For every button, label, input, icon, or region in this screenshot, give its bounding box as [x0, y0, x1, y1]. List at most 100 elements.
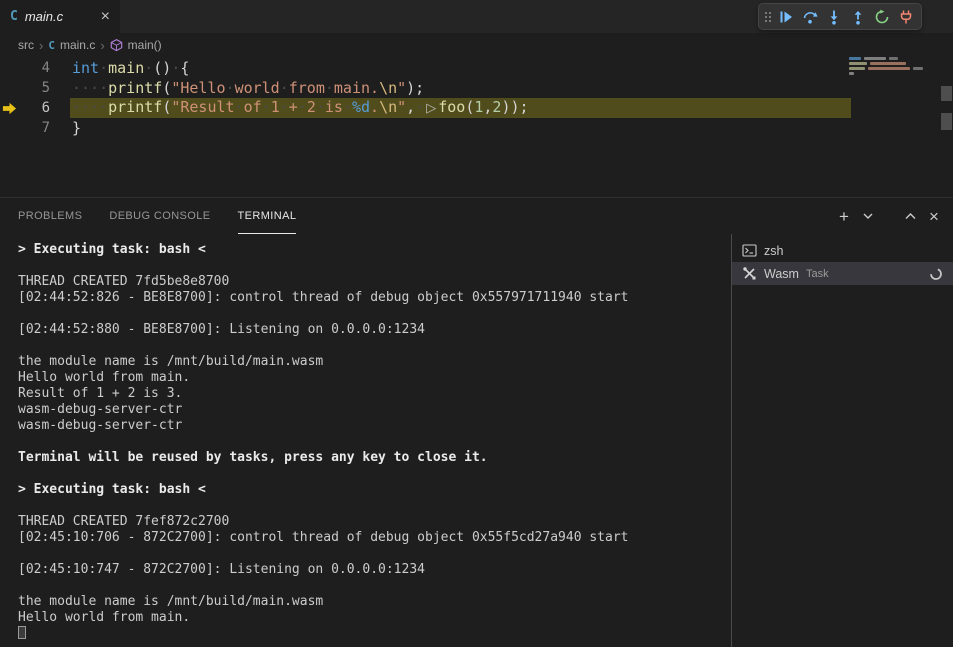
terminal-line	[18, 626, 731, 642]
step-into-target-icon[interactable]: ▷	[424, 101, 438, 116]
terminal-line	[18, 578, 731, 594]
debug-step-out-button[interactable]	[846, 4, 870, 29]
code-token: from	[289, 79, 325, 97]
terminal-line: the module name is /mnt/build/main.wasm	[18, 594, 731, 610]
code-token: \n	[379, 79, 397, 97]
debug-disconnect-button[interactable]	[894, 4, 918, 29]
tab-problems[interactable]: PROBLEMS	[18, 198, 82, 234]
line-number: 6	[22, 98, 50, 118]
symbol-method-icon	[110, 38, 123, 52]
overview-ruler-mark	[941, 113, 952, 130]
toolbar-drag-grip-icon[interactable]	[762, 4, 774, 29]
debug-step-over-button[interactable]	[798, 4, 822, 29]
code-token: ·	[235, 98, 244, 116]
code-token: %d	[352, 98, 370, 116]
code-token: printf	[108, 98, 162, 116]
code-token: foo	[438, 98, 465, 116]
code-line[interactable]: 6····printf("Result·of·1·+·2·is·%d.\n",·…	[0, 98, 953, 118]
code-editor[interactable]: 4int·main·()·{5····printf("Hello·world·f…	[0, 58, 953, 197]
terminal-line: Hello world from main.	[18, 610, 731, 626]
close-panel-icon[interactable]: ×	[927, 208, 941, 225]
terminal-line	[18, 434, 731, 450]
maximize-panel-chevron-up-icon[interactable]	[903, 212, 917, 220]
code-token: ·	[144, 59, 153, 77]
code-token: ····	[72, 98, 108, 116]
terminal-line: THREAD CREATED 7fd5be8e8700	[18, 274, 731, 290]
code-token: 2	[307, 98, 316, 116]
code-token: );	[406, 79, 424, 97]
code-token: ()	[153, 59, 171, 77]
debug-step-into-button[interactable]	[822, 4, 846, 29]
line-number: 7	[22, 118, 50, 138]
code-token: ·	[415, 98, 424, 116]
line-number: 5	[22, 78, 50, 98]
code-token: "Result	[171, 98, 234, 116]
terminal-line	[18, 498, 731, 514]
debug-continue-button[interactable]	[774, 4, 798, 29]
terminal-cursor	[18, 626, 26, 639]
code-token: of	[244, 98, 262, 116]
terminal-line	[18, 546, 731, 562]
tab-terminal[interactable]: TERMINAL	[238, 198, 297, 234]
tab-debug-console[interactable]: DEBUG CONSOLE	[109, 198, 210, 234]
panel-actions: + ×	[837, 198, 941, 234]
code-line[interactable]: 4int·main·()·{	[0, 58, 953, 78]
breadcrumb-file[interactable]: main.c	[60, 38, 95, 52]
minimap[interactable]	[849, 57, 939, 77]
code-token: "	[397, 79, 406, 97]
debug-current-line-arrow-icon	[0, 98, 22, 118]
terminal-line	[18, 306, 731, 322]
terminal-line: the module name is /mnt/build/main.wasm	[18, 354, 731, 370]
bottom-panel: PROBLEMS DEBUG CONSOLE TERMINAL + × > Ex…	[0, 197, 953, 647]
code-token: ·	[325, 79, 334, 97]
code-token: ····	[72, 79, 108, 97]
panel-header: PROBLEMS DEBUG CONSOLE TERMINAL + ×	[0, 198, 953, 234]
breadcrumb: src › C main.c › main()	[0, 33, 953, 57]
code-token: ·	[99, 59, 108, 77]
code-token: (	[465, 98, 474, 116]
tab-close-icon[interactable]: ×	[101, 9, 110, 25]
terminal-list: zsh Wasm Task	[731, 234, 953, 647]
code-token: ·	[226, 79, 235, 97]
debug-restart-button[interactable]	[870, 4, 894, 29]
terminal-line: wasm-debug-server-ctr	[18, 418, 731, 434]
breadcrumb-separator: ›	[100, 38, 104, 53]
code-token: main	[108, 59, 144, 77]
terminal-profile-chevron-down-icon[interactable]	[861, 213, 875, 220]
new-terminal-button[interactable]: +	[837, 208, 851, 225]
terminal-output[interactable]: > Executing task: bash < THREAD CREATED …	[0, 234, 731, 647]
code-token: printf	[108, 79, 162, 97]
c-file-icon: C	[10, 9, 18, 24]
terminal-line	[18, 258, 731, 274]
vscode-window: { "colors": { "accent_blue": "#75beff", …	[0, 0, 953, 647]
tab-main-c[interactable]: C main.c ×	[0, 0, 120, 33]
code-token: main.	[334, 79, 379, 97]
terminal-line: [02:45:10:706 - 872C2700]: control threa…	[18, 530, 731, 546]
terminal-line: [02:44:52:826 - BE8E8700]: control threa…	[18, 290, 731, 306]
code-token: "	[397, 98, 406, 116]
step-into-icon	[826, 9, 842, 25]
code-line[interactable]: 7}	[0, 118, 953, 138]
code-token: (	[162, 79, 171, 97]
terminal-line: Hello world from main.	[18, 370, 731, 386]
tab-title: main.c	[25, 9, 63, 24]
glyph-margin	[0, 78, 22, 98]
terminal-label: Wasm	[764, 267, 799, 281]
terminal-list-item-zsh[interactable]: zsh	[732, 239, 953, 262]
overview-ruler-mark	[941, 86, 952, 101]
tools-icon	[742, 266, 757, 281]
code-token: ·	[280, 79, 289, 97]
terminal-list-item-wasm-task[interactable]: Wasm Task	[732, 262, 953, 285]
code-token: ,	[406, 98, 415, 116]
terminal-description: Task	[806, 268, 829, 280]
code-token: world	[235, 79, 280, 97]
code-line-content: }	[50, 118, 81, 138]
glyph-margin	[0, 118, 22, 138]
breadcrumb-src[interactable]: src	[18, 38, 34, 52]
breadcrumb-symbol[interactable]: main()	[128, 38, 162, 52]
loading-spinner-icon	[929, 267, 943, 281]
code-line[interactable]: 5····printf("Hello·world·from·main.\n");	[0, 78, 953, 98]
terminal-line: wasm-debug-server-ctr	[18, 402, 731, 418]
terminal-icon	[742, 243, 757, 258]
code-token: {	[180, 59, 189, 77]
